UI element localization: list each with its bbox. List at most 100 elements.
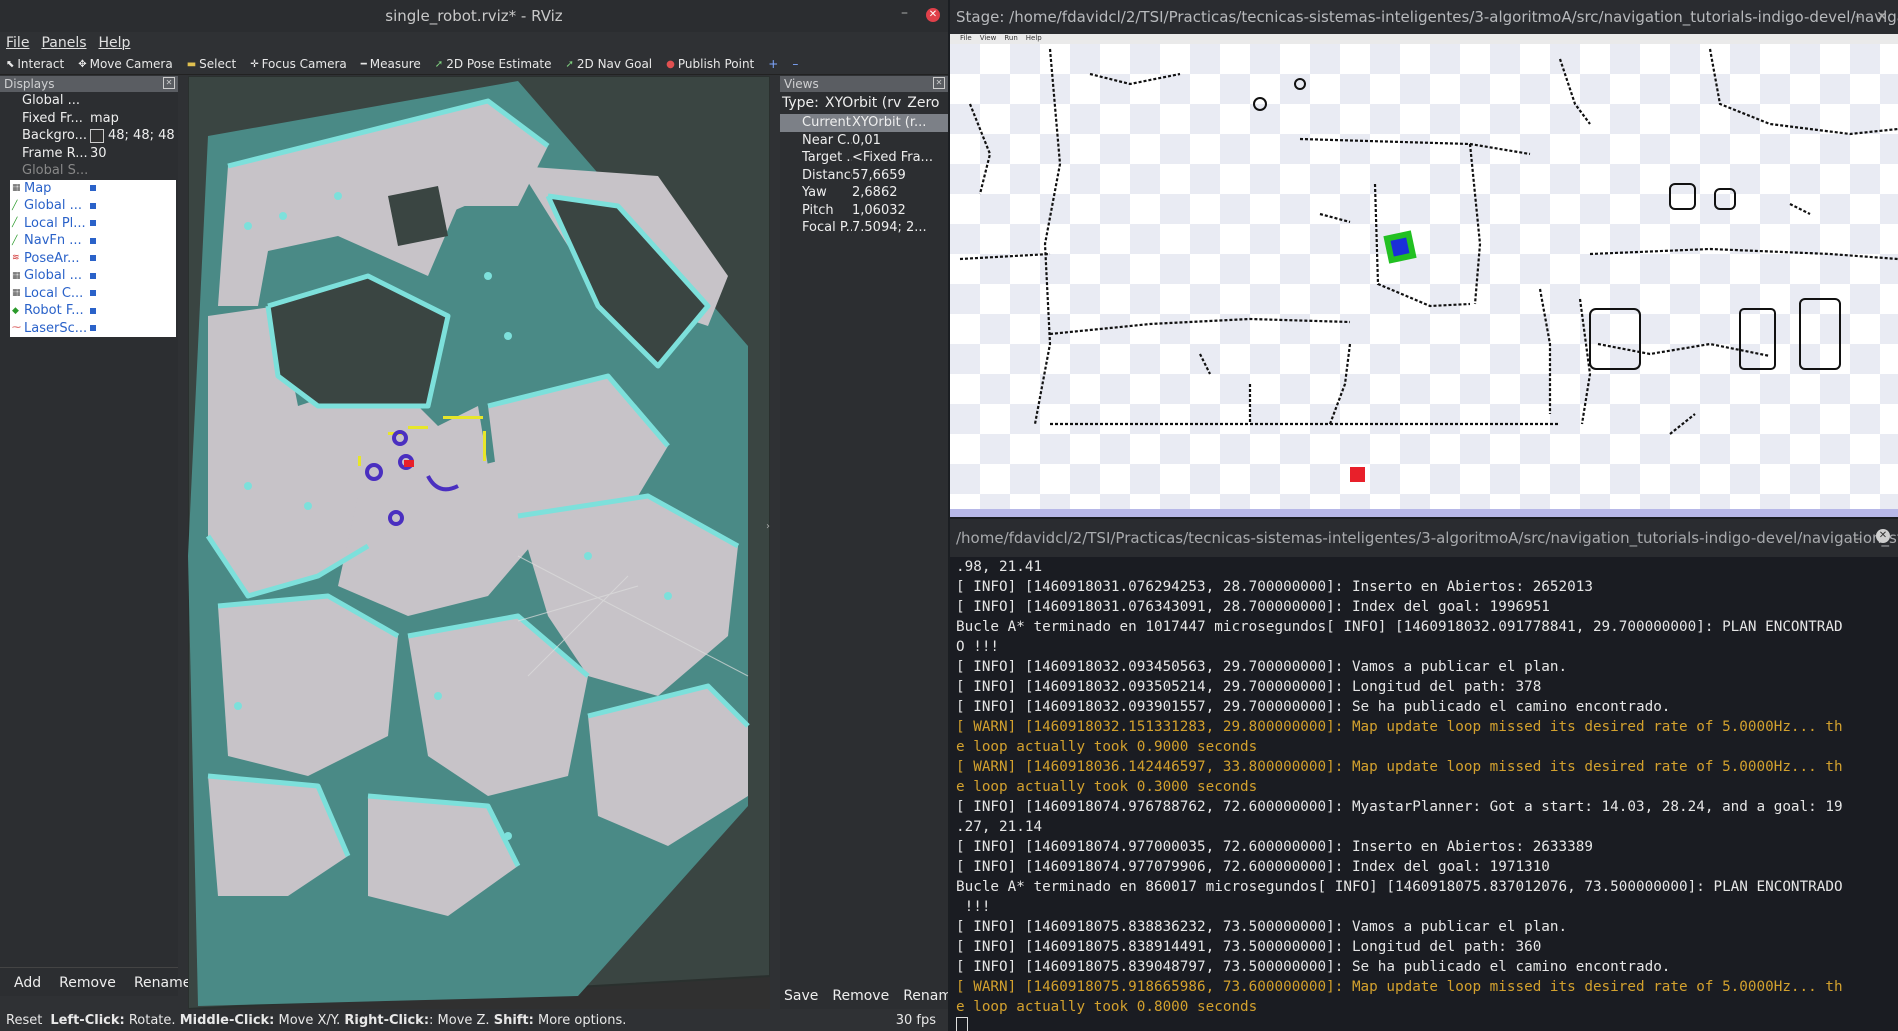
- view-row[interactable]: Yaw 2,6862: [780, 184, 948, 202]
- tool-select[interactable]: ▬ Select: [187, 57, 236, 71]
- view-row[interactable]: Pitch 1,06032: [780, 202, 948, 220]
- checkbox[interactable]: [90, 255, 96, 262]
- minimize-icon[interactable]: –: [901, 5, 908, 21]
- terminal-output[interactable]: .98, 21.41 [ INFO] [1460918031.076294253,…: [950, 557, 1898, 1031]
- checkbox[interactable]: [90, 202, 96, 209]
- minimize-icon[interactable]: –: [1855, 9, 1862, 25]
- views-header: Views ✕: [780, 76, 948, 92]
- terminal-line: [ INFO] [1460918074.977079906, 72.600000…: [956, 859, 1550, 875]
- close-icon[interactable]: ✕: [1876, 529, 1890, 543]
- close-panel-icon[interactable]: ✕: [163, 77, 175, 89]
- tool-2d-nav-goal[interactable]: ➚ 2D Nav Goal: [565, 57, 652, 71]
- checkbox[interactable]: [90, 290, 96, 297]
- tool-move-camera[interactable]: ✥ Move Camera: [78, 57, 172, 71]
- prop-row[interactable]: Backgro... 48; 48; 48: [0, 127, 178, 145]
- checkbox[interactable]: [90, 220, 96, 227]
- menu-view[interactable]: View: [980, 34, 997, 44]
- reset-button[interactable]: Reset: [6, 1013, 42, 1028]
- view-key: Current ...: [802, 115, 852, 131]
- stage-menubar: File View Run Help: [950, 34, 1898, 44]
- displays-title: Displays: [4, 77, 55, 91]
- rename-button[interactable]: Rename: [134, 975, 191, 991]
- tool-measure[interactable]: ━ Measure: [361, 57, 421, 71]
- menu-file[interactable]: File: [6, 35, 29, 51]
- checkbox[interactable]: [90, 185, 96, 192]
- remove-tool-icon[interactable]: –: [792, 57, 798, 71]
- hint-shift-key: Shift:: [493, 1012, 534, 1028]
- divider: [0, 967, 178, 968]
- add-button[interactable]: Add: [14, 975, 41, 991]
- terminal-title: /home/fdavidcl/2/TSI/Practicas/tecnicas-…: [956, 529, 1898, 547]
- hint-right-key: Right-Click:: [344, 1012, 430, 1028]
- tool-publish-point-label: Publish Point: [677, 57, 755, 71]
- 3d-viewport[interactable]: ‹ ›: [188, 76, 770, 1009]
- view-row[interactable]: Distance57,6659: [780, 167, 948, 185]
- prop-row[interactable]: Global S...: [0, 162, 178, 180]
- menu-help[interactable]: Help: [99, 35, 131, 51]
- display-item[interactable]: ≋ PoseAr...: [10, 250, 176, 268]
- status-bar: Reset Left-Click: Rotate. Middle-Click: …: [0, 1009, 948, 1031]
- view-key: Target ...: [802, 150, 852, 166]
- prop-row[interactable]: Global ...: [0, 92, 178, 110]
- terminal-cursor[interactable]: [956, 1017, 968, 1031]
- prop-row[interactable]: Fixed Fr... map: [0, 110, 178, 128]
- terminal-line: [ INFO] [1460918075.838836232, 73.500000…: [956, 919, 1568, 935]
- display-item[interactable]: ╱ NavFn ...: [10, 232, 176, 250]
- checkbox[interactable]: [90, 237, 96, 244]
- menu-run[interactable]: Run: [1004, 34, 1017, 44]
- displays-buttons: Add Remove Rename: [0, 970, 191, 996]
- view-row[interactable]: Current ...XYOrbit (r...: [780, 114, 948, 132]
- display-item[interactable]: ▦ Global ...: [10, 267, 176, 285]
- checkbox[interactable]: [90, 325, 96, 332]
- checkbox[interactable]: [90, 307, 96, 314]
- tool-2d-pose-estimate[interactable]: ➚ 2D Pose Estimate: [435, 57, 552, 71]
- zero-button[interactable]: Zero: [907, 95, 939, 111]
- display-item[interactable]: ▦ Map: [10, 180, 176, 198]
- remove-button[interactable]: Remove: [832, 988, 889, 1004]
- color-swatch[interactable]: [90, 128, 104, 143]
- display-item[interactable]: ◆ Robot F...: [10, 302, 176, 320]
- add-tool-icon[interactable]: +: [768, 57, 778, 71]
- display-item[interactable]: ⁓ LaserSc...: [10, 320, 176, 338]
- hint-left-key: Left-Click:: [50, 1012, 125, 1028]
- close-icon[interactable]: ✕: [1876, 9, 1888, 25]
- view-row[interactable]: Focal P...7.5094; 2...: [780, 219, 948, 237]
- save-button[interactable]: Save: [784, 988, 818, 1004]
- view-row[interactable]: Near C...0,01: [780, 132, 948, 150]
- view-key: Pitch: [802, 202, 834, 218]
- tool-2d-pose-estimate-label: 2D Pose Estimate: [446, 57, 552, 71]
- menu-panels[interactable]: Panels: [41, 35, 86, 51]
- stage-canvas[interactable]: [950, 44, 1898, 517]
- display-item[interactable]: ╱ Global ...: [10, 197, 176, 215]
- display-item[interactable]: ╱ Local Pl...: [10, 215, 176, 233]
- terminal-line: [ INFO] [1460918075.839048797, 73.500000…: [956, 959, 1671, 975]
- hint-middle-text: Move X/Y.: [278, 1012, 341, 1028]
- display-item[interactable]: ▦ Local C...: [10, 285, 176, 303]
- tool-focus-camera[interactable]: ✛ Focus Camera: [250, 57, 347, 71]
- rename-button[interactable]: Rename: [903, 988, 948, 1004]
- ruler-icon: ━: [360, 58, 367, 70]
- view-row[interactable]: Target ...<Fixed Fra...: [780, 149, 948, 167]
- tool-interact[interactable]: ⬉ Interact: [6, 57, 64, 71]
- minimize-icon[interactable]: –: [1855, 529, 1863, 547]
- stage-title: Stage: /home/fdavidcl/2/TSI/Practicas/te…: [956, 8, 1898, 26]
- close-panel-icon[interactable]: ✕: [933, 77, 945, 89]
- checkbox[interactable]: [90, 272, 96, 279]
- display-item-label: NavFn ...: [24, 233, 82, 249]
- terminal-line: [ INFO] [1460918074.977000035, 72.600000…: [956, 839, 1593, 855]
- scan-point: [408, 426, 428, 429]
- hint-right-text: : Move Z.: [429, 1012, 490, 1028]
- close-icon[interactable]: ✕: [926, 8, 940, 22]
- terminal-line: [ INFO] [1460918074.976788762, 72.600000…: [956, 799, 1843, 815]
- scan-point: [358, 456, 361, 466]
- tool-publish-point[interactable]: ● Publish Point: [666, 57, 754, 71]
- dot: [664, 592, 672, 600]
- prop-row[interactable]: Frame R... 30: [0, 145, 178, 163]
- menu-help[interactable]: Help: [1026, 34, 1042, 44]
- terminal-line: e loop actually took 0.8000 seconds: [956, 999, 1258, 1015]
- view-type-select[interactable]: XYOrbit (rv: [825, 95, 901, 111]
- splitter-handle-right[interactable]: ›: [766, 521, 770, 532]
- remove-button[interactable]: Remove: [59, 975, 116, 991]
- laser-scan-icon: ⁓: [12, 323, 21, 334]
- menu-file[interactable]: File: [960, 34, 972, 44]
